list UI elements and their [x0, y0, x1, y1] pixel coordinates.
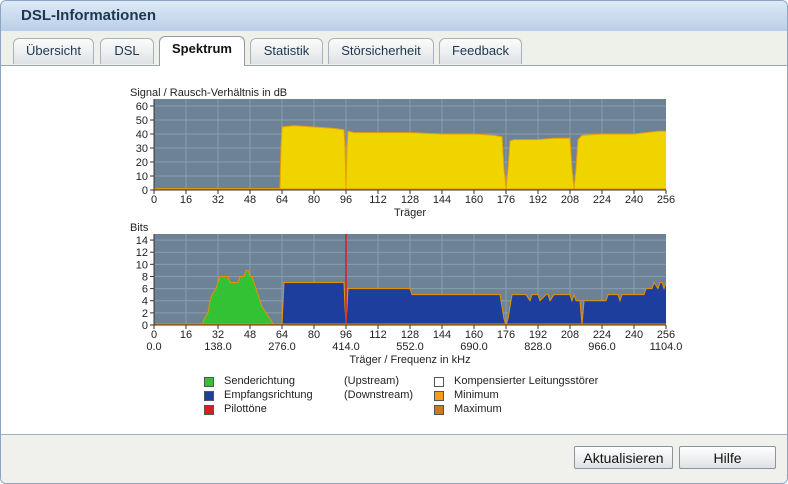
x-tick-label: 192	[529, 194, 547, 206]
legend-swatch-minimum	[434, 391, 444, 401]
x-tick-label: 144	[433, 194, 451, 206]
x-tick-label: 0	[151, 194, 157, 206]
legend-label-minimum: Minimum	[454, 389, 499, 401]
footer: Aktualisieren Hilfe	[1, 434, 787, 483]
x-tick-secondary-label: 552.0	[396, 341, 424, 353]
x-tick-label: 80	[308, 194, 320, 206]
x-tick-label: 208	[561, 329, 579, 341]
legend-label-upstream: Senderichtung	[224, 375, 295, 387]
tab-feedback[interactable]: Feedback	[439, 38, 522, 64]
title-bar: DSL-Informationen	[1, 1, 787, 32]
x-tick-label: 80	[308, 329, 320, 341]
x-tick-secondary-label: 690.0	[460, 341, 488, 353]
x-tick-label: 224	[593, 194, 611, 206]
spectrum-charts: Signal / Rausch-Verhältnis in dB01020304…	[130, 87, 682, 366]
x-tick-label: 176	[497, 329, 515, 341]
legend-note-upstream: (Upstream)	[344, 375, 400, 387]
chart-title: Bits	[130, 222, 149, 234]
tab-uebersicht[interactable]: Übersicht	[13, 38, 94, 64]
legend-swatch-upstream	[204, 377, 214, 387]
x-tick-secondary-label: 966.0	[588, 341, 616, 353]
x-tick-label: 0	[151, 329, 157, 341]
x-tick-secondary-label: 276.0	[268, 341, 296, 353]
legend-swatch-pilot	[204, 405, 214, 415]
x-tick-label: 192	[529, 329, 547, 341]
x-tick-label: 240	[625, 194, 643, 206]
tab-spektrum[interactable]: Spektrum	[159, 36, 245, 66]
x-tick-label: 16	[180, 329, 192, 341]
legend-label-pilot: Pilottöne	[224, 403, 267, 415]
x-tick-label: 160	[465, 329, 483, 341]
y-tick-label: 10	[136, 259, 148, 271]
legend-swatch-maximum	[434, 405, 444, 415]
x-tick-label: 48	[244, 329, 256, 341]
x-tick-label: 208	[561, 194, 579, 206]
y-tick-label: 12	[136, 247, 148, 259]
y-tick-label: 30	[136, 143, 148, 155]
x-tick-label: 144	[433, 329, 451, 341]
x-tick-label: 16	[180, 194, 192, 206]
legend-label-compensated: Kompensierter Leitungsstörer	[454, 375, 599, 387]
window-title: DSL-Informationen	[21, 7, 156, 24]
legend-label-maximum: Maximum	[454, 403, 502, 415]
tab-dsl[interactable]: DSL	[100, 38, 154, 64]
x-axis-label: Träger / Frequenz in kHz	[349, 354, 470, 366]
y-tick-label: 0	[142, 185, 148, 197]
x-tick-label: 64	[276, 194, 288, 206]
x-tick-label: 128	[401, 194, 419, 206]
refresh-button[interactable]: Aktualisieren	[574, 446, 673, 469]
x-tick-label: 96	[340, 194, 352, 206]
x-tick-label: 256	[657, 194, 675, 206]
tab-stoersicherheit[interactable]: Störsicherheit	[328, 38, 434, 64]
legend-swatch-compensated	[434, 377, 444, 387]
tab-bar: Übersicht DSL Spektrum Statistik Störsic…	[1, 31, 787, 66]
x-tick-secondary-label: 414.0	[332, 341, 360, 353]
x-tick-label: 112	[369, 194, 387, 206]
x-tick-label: 160	[465, 194, 483, 206]
x-tick-label: 32	[212, 194, 224, 206]
y-tick-label: 14	[136, 235, 148, 247]
x-tick-label: 176	[497, 194, 515, 206]
y-tick-label: 50	[136, 115, 148, 127]
y-tick-label: 6	[142, 284, 148, 296]
bits-chart: Bits 02468101214 0 16 32 48 64 80 96 112 128 144 160…	[130, 222, 682, 366]
y-tick-label: 40	[136, 129, 148, 141]
snr-chart: Signal / Rausch-Verhältnis in dB01020304…	[130, 87, 675, 219]
x-tick-secondary-label: 1104.0	[650, 341, 683, 353]
x-tick-label: 224	[593, 329, 611, 341]
y-tick-label: 60	[136, 101, 148, 113]
legend-swatch-downstream	[204, 391, 214, 401]
x-tick-label: 48	[244, 194, 256, 206]
x-tick-secondary-label: 828.0	[524, 341, 552, 353]
legend-note-downstream: (Downstream)	[344, 389, 414, 401]
x-tick-secondary-label: 138.0	[204, 341, 232, 353]
x-tick-label: 96	[340, 329, 352, 341]
tab-statistik[interactable]: Statistik	[250, 38, 323, 64]
spectrum-panel: Signal / Rausch-Verhältnis in dB 0 10 20 30 4…	[1, 66, 787, 434]
legend-label-downstream: Empfangsrichtung	[224, 389, 313, 401]
x-tick-label: 128	[401, 329, 419, 341]
x-tick-secondary-label: 0.0	[146, 341, 161, 353]
y-tick-label: 10	[136, 171, 148, 183]
y-tick-label: 0	[142, 320, 148, 332]
x-axis-label: Träger	[394, 207, 426, 219]
x-tick-label: 256	[657, 329, 675, 341]
y-tick-label: 2	[142, 308, 148, 320]
y-tick-label: 4	[142, 296, 148, 308]
x-tick-label: 64	[276, 329, 288, 341]
y-tick-label: 8	[142, 271, 148, 283]
x-tick-label: 240	[625, 329, 643, 341]
dsl-window: DSL-Informationen Übersicht DSL Spektrum…	[0, 0, 788, 484]
x-tick-label: 112	[369, 329, 387, 341]
x-tick-label: 32	[212, 329, 224, 341]
y-tick-label: 20	[136, 157, 148, 169]
chart-title: Signal / Rausch-Verhältnis in dB	[130, 87, 287, 99]
help-button[interactable]: Hilfe	[679, 446, 776, 469]
